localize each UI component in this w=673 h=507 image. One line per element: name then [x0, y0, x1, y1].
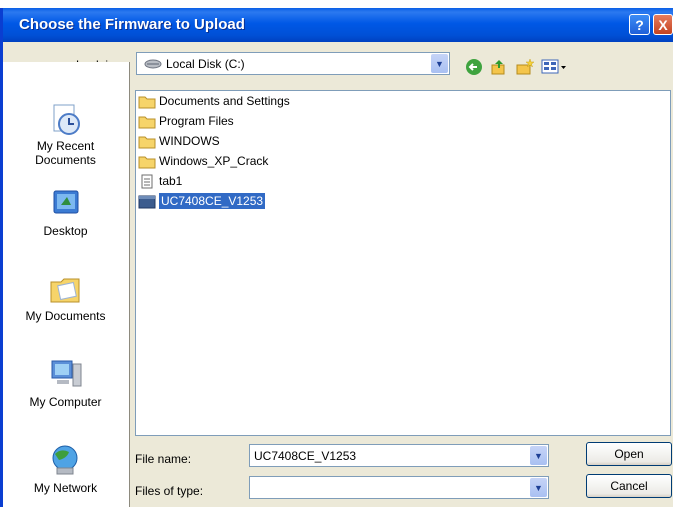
- place-label: My Network: [33, 481, 98, 495]
- folder-icon: [138, 156, 156, 168]
- list-item[interactable]: Documents and Settings: [138, 92, 290, 110]
- place-my-documents[interactable]: My Documents: [3, 272, 128, 323]
- look-in-value: Local Disk (C:): [166, 57, 245, 71]
- my-documents-icon: [50, 278, 79, 303]
- place-label: My Recent Documents: [35, 139, 96, 167]
- list-item[interactable]: Windows_XP_Crack: [138, 152, 268, 170]
- folder-icon: [138, 116, 156, 128]
- file-type-label: Files of type:: [135, 484, 204, 498]
- file-type-dropdown[interactable]: ▼: [249, 476, 549, 499]
- places-bar: My Recent Documents Desktop My Documents…: [3, 62, 130, 507]
- back-arrow-icon: [466, 59, 482, 75]
- file-icon: [138, 195, 156, 208]
- chevron-down-icon[interactable]: ▼: [530, 478, 547, 497]
- file-name-label: File name:: [135, 452, 192, 466]
- list-item[interactable]: Program Files: [138, 112, 234, 130]
- new-folder-button[interactable]: [515, 58, 535, 79]
- close-button[interactable]: X: [653, 14, 673, 35]
- place-my-network[interactable]: My Network: [3, 444, 128, 495]
- file-list[interactable]: Documents and Settings Program Files WIN…: [135, 90, 671, 436]
- place-label: My Documents: [25, 309, 106, 323]
- list-item[interactable]: tab1: [138, 172, 182, 190]
- place-label: Desktop: [43, 224, 88, 238]
- new-folder-icon: [516, 58, 535, 75]
- place-label: My Computer: [29, 395, 102, 409]
- chevron-down-icon[interactable]: ▼: [431, 54, 448, 73]
- file-name-input[interactable]: UC7408CE_V1253 ▼: [249, 444, 549, 467]
- chevron-down-icon[interactable]: ▼: [530, 446, 547, 465]
- drive-icon: [144, 59, 162, 69]
- view-menu-button[interactable]: [541, 58, 569, 79]
- help-button[interactable]: ?: [629, 14, 650, 35]
- up-folder-icon: [491, 60, 505, 75]
- file-name-value: UC7408CE_V1253: [254, 449, 357, 463]
- up-folder-button[interactable]: [490, 58, 508, 79]
- desktop-icon: [53, 190, 78, 214]
- text-file-icon: [141, 174, 153, 188]
- close-icon: X: [658, 16, 668, 33]
- view-menu-icon: [541, 59, 566, 74]
- my-computer-icon: [51, 360, 81, 387]
- folder-icon: [138, 96, 156, 108]
- look-in-dropdown[interactable]: Local Disk (C:) ▼: [136, 52, 450, 75]
- recent-documents-icon: [53, 104, 80, 135]
- title-bar[interactable]: Choose the Firmware to Upload ? X: [3, 8, 673, 42]
- file-dialog: Choose the Firmware to Upload ? X Look i…: [0, 8, 673, 507]
- folder-icon: [138, 136, 156, 148]
- open-button[interactable]: Open: [586, 442, 672, 466]
- list-item-selected[interactable]: UC7408CE_V1253: [138, 192, 266, 210]
- place-desktop[interactable]: Desktop: [3, 187, 128, 238]
- place-my-computer[interactable]: My Computer: [3, 358, 128, 409]
- cancel-button[interactable]: Cancel: [586, 474, 672, 498]
- place-my-recent-documents[interactable]: My Recent Documents: [3, 102, 128, 167]
- back-button[interactable]: [465, 58, 483, 79]
- dialog-title: Choose the Firmware to Upload: [19, 16, 245, 33]
- my-network-icon: [52, 445, 77, 475]
- list-item[interactable]: WINDOWS: [138, 132, 220, 150]
- help-icon: ?: [635, 16, 644, 33]
